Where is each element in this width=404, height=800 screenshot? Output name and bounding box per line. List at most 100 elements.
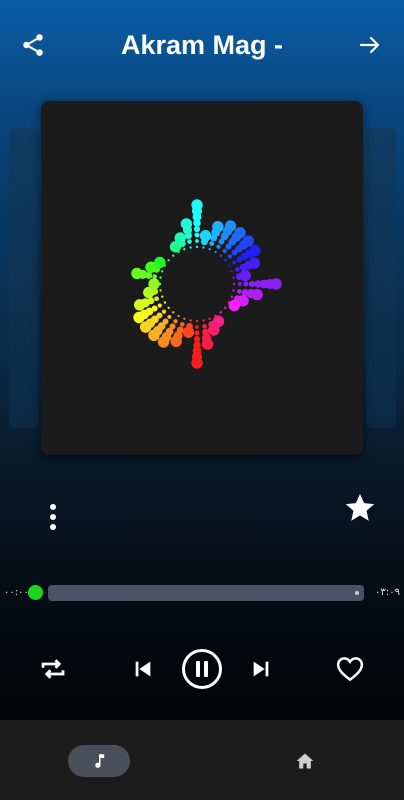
- visualizer-dot: [238, 282, 242, 286]
- visualizer-dot: [270, 278, 282, 290]
- visualizer-dot: [230, 295, 233, 298]
- visualizer-dot: [219, 311, 222, 314]
- visualizer-dot: [161, 295, 164, 298]
- visualizer-dot: [242, 235, 255, 247]
- more-vertical-icon: [50, 504, 56, 530]
- visualizer-dot: [243, 281, 249, 287]
- visualizer-dot: [177, 314, 180, 318]
- repeat-button[interactable]: [36, 652, 70, 686]
- share-button[interactable]: [18, 30, 48, 60]
- visualizer-dot: [193, 335, 201, 343]
- total-time: ۰۳:۰۹: [375, 587, 400, 598]
- visualizer-dot: [224, 220, 237, 232]
- play-pause-button[interactable]: [180, 647, 224, 691]
- seek-track[interactable]: [48, 585, 364, 601]
- album-art: [41, 101, 363, 455]
- visualizer-dot: [179, 322, 185, 327]
- visualizer-dot: [133, 311, 145, 324]
- visualizer-dot: [183, 248, 186, 251]
- skip-next-icon: [253, 661, 269, 677]
- home-icon: [296, 753, 314, 769]
- visualizer-dot: [212, 220, 224, 233]
- previous-button[interactable]: [128, 654, 158, 684]
- visualizer-dot: [222, 248, 227, 254]
- visualizer-dot: [199, 230, 212, 242]
- visualizer-dot: [167, 306, 170, 309]
- visualizer-dot: [232, 276, 235, 279]
- heart-outline-icon: [336, 657, 364, 682]
- visualizer-dot: [232, 260, 237, 265]
- visualizer-dot: [157, 336, 170, 348]
- visualizer-dot: [161, 270, 164, 273]
- album-art-visualizer: [131, 199, 282, 369]
- music-note-icon: [95, 754, 105, 768]
- like-button[interactable]: [333, 652, 367, 686]
- visualizer-dot: [173, 319, 178, 324]
- elapsed-time: ۰۰:۰۰: [4, 587, 29, 598]
- visualizer-dot: [219, 254, 222, 257]
- track-end-marker: [355, 591, 359, 595]
- next-button[interactable]: [246, 654, 276, 684]
- visualizer-dot: [195, 325, 199, 329]
- visualizer-dot: [194, 330, 200, 336]
- share-icon: [23, 34, 43, 56]
- nav-item-home[interactable]: [290, 746, 320, 776]
- visualizer-dot: [248, 257, 261, 269]
- visualizer-dot: [232, 289, 235, 292]
- nav-item-music[interactable]: [68, 745, 130, 777]
- previous-album-card[interactable]: [9, 128, 39, 428]
- visualizer-dot: [148, 329, 160, 342]
- top-bar: Akram Mag -: [0, 0, 404, 95]
- seek-knob[interactable]: [28, 585, 43, 600]
- forward-button[interactable]: [355, 30, 385, 60]
- visualizer-dot: [159, 276, 162, 279]
- visualizer-dot: [139, 321, 152, 333]
- visualizer-dot: [159, 289, 162, 292]
- visualizer-dot: [202, 324, 207, 329]
- visualizer-dot: [249, 244, 261, 257]
- visualizer-dot: [170, 335, 182, 348]
- track-title: Akram Mag -: [120, 30, 284, 60]
- visualizer-dot: [251, 288, 263, 301]
- visualizer-dot: [208, 324, 220, 336]
- visualizer-dot: [154, 256, 166, 269]
- visualizer-dot: [224, 306, 227, 309]
- visualizer-dot: [157, 303, 162, 308]
- visualizer-dot: [195, 239, 199, 243]
- visualizer-dot: [209, 241, 215, 246]
- repeat-icon: [41, 659, 65, 679]
- visualizer-dot: [227, 264, 231, 267]
- visualizer-dot: [189, 246, 192, 249]
- visualizer-dot: [195, 245, 199, 249]
- visualizer-dot: [208, 317, 211, 320]
- visualizer-dot: [216, 244, 221, 249]
- favorite-star-button[interactable]: [342, 490, 378, 526]
- visualizer-dot: [152, 274, 157, 279]
- visualizer-dot: [172, 254, 175, 257]
- playback-controls: [0, 640, 404, 700]
- arrow-right-icon: [359, 36, 380, 54]
- visualizer-dot: [227, 254, 233, 259]
- visualizer-dot: [237, 289, 242, 294]
- visualizer-dot: [234, 226, 246, 239]
- visualizer-dot: [202, 246, 205, 249]
- visualizer-dot: [174, 232, 186, 244]
- visualizer-dot: [167, 259, 170, 262]
- visualizer-dot: [193, 225, 201, 233]
- next-album-card[interactable]: [366, 128, 396, 428]
- progress-bar: ۰۰:۰۰ ۰۳:۰۹: [0, 580, 404, 606]
- visualizer-dot: [180, 218, 193, 230]
- visualizer-dot: [201, 338, 214, 350]
- visualizer-dot: [183, 317, 186, 320]
- visualizer-dot: [163, 301, 167, 304]
- visualizer-dot: [230, 270, 233, 273]
- visualizer-dot: [195, 319, 199, 323]
- bottom-navigation: [0, 720, 404, 800]
- more-options-button[interactable]: [38, 500, 68, 534]
- visualizer-dot: [167, 314, 172, 320]
- visualizer-dot: [161, 309, 167, 314]
- visualizer-dot: [148, 278, 160, 290]
- visualizer-dot: [194, 232, 200, 238]
- visualizer-dot: [191, 357, 203, 369]
- visualizer-dot: [133, 299, 146, 311]
